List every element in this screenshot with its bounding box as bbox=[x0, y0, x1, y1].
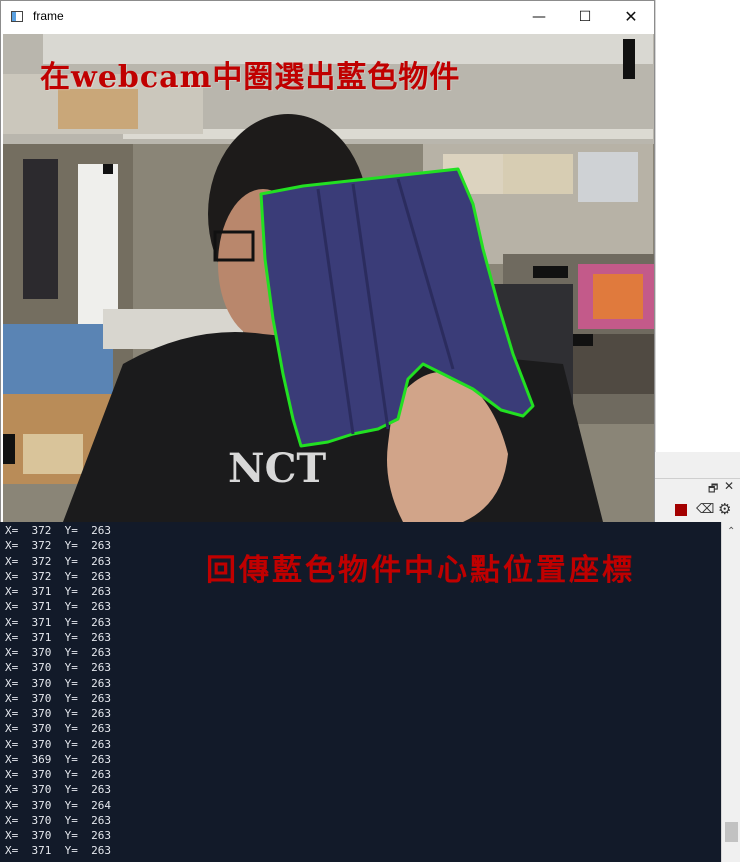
console-line: X= 372 Y= 263 bbox=[5, 539, 111, 553]
background-editor-area bbox=[655, 0, 740, 452]
console-line: X= 370 Y= 263 bbox=[5, 737, 111, 751]
settings-gear-icon[interactable]: ⚙ bbox=[718, 500, 731, 518]
background-gap bbox=[655, 452, 740, 478]
console-line: X= 371 Y= 263 bbox=[5, 630, 111, 644]
console-line: X= 372 Y= 263 bbox=[5, 524, 111, 537]
window-app-icon bbox=[11, 11, 23, 22]
stop-button[interactable] bbox=[675, 504, 687, 516]
close-button[interactable]: ✕ bbox=[608, 1, 654, 33]
console-line: X= 370 Y= 263 bbox=[5, 661, 111, 675]
console-line: X= 371 Y= 263 bbox=[5, 600, 111, 614]
console-line: X= 370 Y= 264 bbox=[5, 798, 111, 812]
minimize-button[interactable]: — bbox=[516, 1, 562, 33]
webcam-view: NCT bbox=[3, 34, 654, 522]
close-pane-button[interactable]: ✕ bbox=[724, 479, 734, 493]
console-line: X= 371 Y= 263 bbox=[5, 585, 111, 598]
console-line: X= 372 Y= 263 bbox=[5, 554, 111, 568]
title-bar[interactable]: frame — ☐ ✕ bbox=[1, 1, 654, 33]
svg-text:NCT: NCT bbox=[228, 445, 326, 492]
console-line: X= 369 Y= 263 bbox=[5, 752, 111, 766]
console-line: X= 370 Y= 263 bbox=[5, 691, 111, 705]
console-line: X= 370 Y= 263 bbox=[5, 722, 111, 736]
clear-console-icon[interactable]: ⌫ bbox=[696, 502, 714, 517]
webcam-caption: 在webcam中圈選出藍色物件 bbox=[40, 60, 461, 95]
console-line: X= 370 Y= 263 bbox=[5, 783, 111, 797]
console-line: X= 372 Y= 263 bbox=[5, 569, 111, 583]
console-line: X= 371 Y= 263 bbox=[5, 844, 111, 858]
console-line: X= 370 Y= 263 bbox=[5, 676, 111, 690]
webcam-frame-image: NCT bbox=[3, 34, 654, 522]
console-line: X= 370 Y= 263 bbox=[5, 707, 111, 720]
scroll-thumb[interactable] bbox=[725, 822, 738, 842]
console-line: X= 370 Y= 263 bbox=[5, 829, 111, 842]
console-lines: X= 372 Y= 263 X= 372 Y= 263 X= 372 Y= 263 X… bbox=[5, 523, 111, 859]
console-scrollbar[interactable]: ⌃ bbox=[721, 522, 740, 862]
console-line: X= 370 Y= 263 bbox=[5, 768, 111, 781]
console-caption: 回傳藍色物件中心點位置座標 bbox=[206, 553, 635, 588]
console-line: X= 370 Y= 263 bbox=[5, 646, 111, 659]
restore-pane-button[interactable]: 🗗 bbox=[708, 480, 718, 499]
maximize-button[interactable]: ☐ bbox=[562, 1, 608, 33]
scroll-up-icon[interactable]: ⌃ bbox=[727, 526, 735, 537]
window-title: frame bbox=[33, 9, 64, 23]
console-line: X= 371 Y= 263 bbox=[5, 615, 111, 629]
console-line: X= 370 Y= 263 bbox=[5, 813, 111, 827]
